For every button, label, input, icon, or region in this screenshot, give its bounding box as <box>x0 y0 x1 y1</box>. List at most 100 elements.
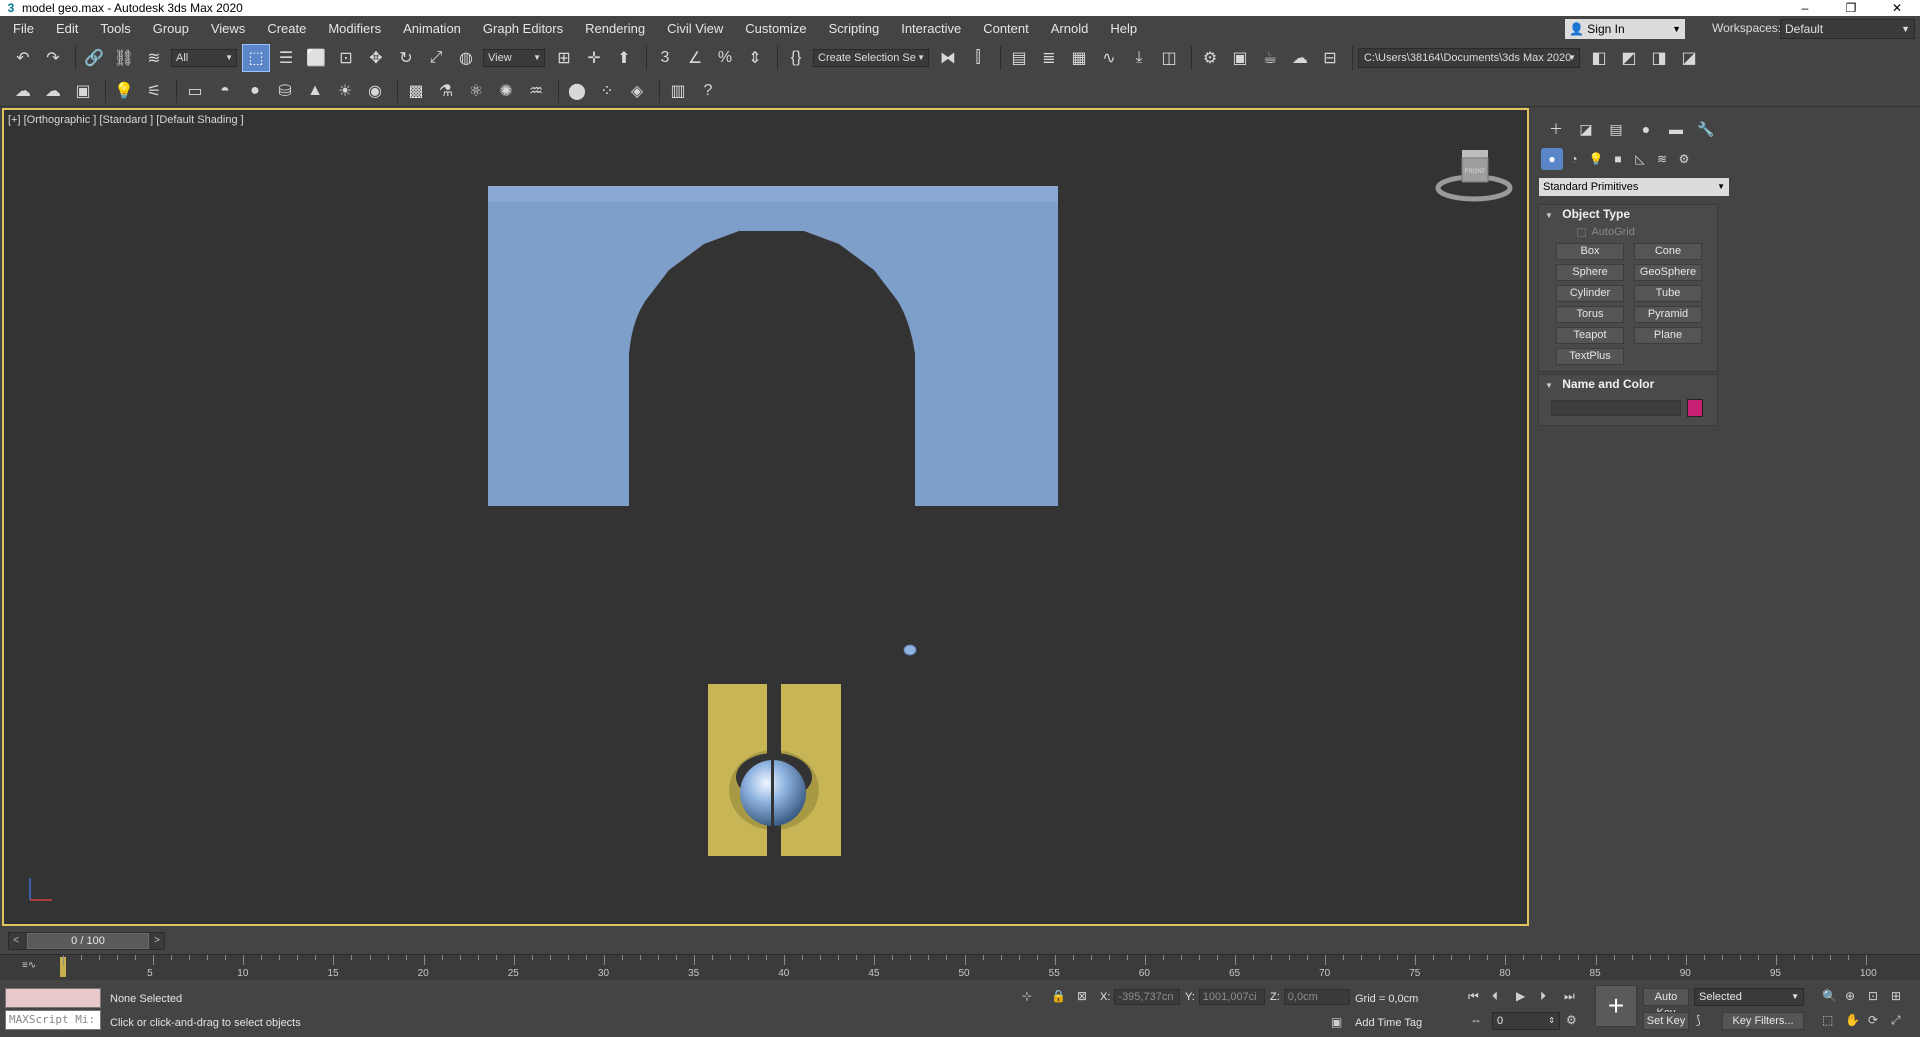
menu-group[interactable]: Group <box>142 16 200 41</box>
maxscript-mini-listener[interactable]: MAXScript Mi: <box>5 1010 101 1030</box>
align-icon[interactable]: ⫿ <box>965 45 991 71</box>
object-name-input[interactable] <box>1551 400 1681 416</box>
snaps-toggle-icon[interactable]: 3 <box>652 45 678 71</box>
toggle-ribbon-icon[interactable]: ▦ <box>1066 45 1092 71</box>
maximize-viewport-icon[interactable]: ⤢ <box>1891 1013 1901 1028</box>
previous-frame-icon[interactable]: ⏴ <box>1492 989 1498 1004</box>
quad-light-icon[interactable]: ▭ <box>182 78 208 104</box>
menu-customize[interactable]: Customize <box>734 16 817 41</box>
set-keys-button[interactable]: + <box>1595 985 1637 1027</box>
spinner-snap-icon[interactable]: ⇕ <box>742 45 768 71</box>
undo-icon[interactable]: ↶ <box>10 45 36 71</box>
key-mode-toggle-icon[interactable]: ⇔ <box>1470 1013 1482 1027</box>
y-coordinate-field[interactable]: 1001,007ci <box>1198 989 1265 1005</box>
material-palette-icon[interactable]: ⁘ <box>594 78 620 104</box>
menu-content[interactable]: Content <box>972 16 1040 41</box>
motion-tab-icon[interactable]: ● <box>1631 118 1661 140</box>
track-bar[interactable]: ≡∿ 5 10 15 20 25 30 35 40 45 50 55 60 65 70 75 80 85 90 95… <box>0 954 1920 980</box>
zoom-all-icon[interactable]: ⊕ <box>1845 989 1855 1003</box>
menu-civil-view[interactable]: Civil View <box>656 16 734 41</box>
window-crossing-icon[interactable]: ⊡ <box>333 45 359 71</box>
time-slider-track[interactable]: < 0 / 100 > <box>8 932 165 950</box>
select-and-move-icon[interactable]: ✥ <box>363 45 389 71</box>
material-editor-icon[interactable]: ◫ <box>1156 45 1182 71</box>
space-warps-icon[interactable]: ≋ <box>1651 148 1673 170</box>
arnold-hair-icon[interactable]: ♒ <box>523 78 549 104</box>
arnold-light-manager-icon[interactable]: ⚟ <box>141 78 167 104</box>
key-mode-dropdown[interactable]: Selected ▼ <box>1694 988 1804 1006</box>
angle-snap-icon[interactable]: ∠ <box>682 45 708 71</box>
disc-light-icon[interactable]: ● <box>242 78 268 104</box>
plane-button[interactable]: Plane <box>1634 327 1702 344</box>
named-selection-dropdown[interactable]: Create Selection Se ▼ <box>813 49 929 67</box>
arnold-volume-icon[interactable]: ▩ <box>403 78 429 104</box>
arnold-render-icon[interactable]: ☁ <box>10 78 36 104</box>
open-project-icon[interactable]: ◧ <box>1586 45 1612 71</box>
menu-graph-editors[interactable]: Graph Editors <box>472 16 574 41</box>
pan-view-icon[interactable]: ✋ <box>1845 1013 1860 1027</box>
viewport-front-orthographic[interactable]: [+] [Orthographic ] [Standard ] [Default… <box>2 108 1529 926</box>
maxscript-listener-output[interactable] <box>5 988 101 1008</box>
pivot-center-icon[interactable]: ⊞ <box>551 45 577 71</box>
material-ball-icon[interactable]: ⬤ <box>564 78 590 104</box>
next-frame-arrow-icon[interactable]: > <box>150 933 164 949</box>
menu-file[interactable]: File <box>0 16 45 41</box>
menu-modifiers[interactable]: Modifiers <box>317 16 392 41</box>
select-and-link-icon[interactable]: 🔗 <box>81 45 107 71</box>
render-production-icon[interactable]: ☕ <box>1257 45 1283 71</box>
zoom-extents-icon[interactable]: ⊡ <box>1868 989 1878 1003</box>
project-folder-dropdown[interactable]: C:\Users\38164\Documents\3ds Max 2020 ▼ <box>1358 48 1580 68</box>
redo-icon[interactable]: ↷ <box>40 45 66 71</box>
mirror-icon[interactable]: ⧓ <box>935 45 961 71</box>
box-button[interactable]: Box <box>1556 243 1624 260</box>
restore-button[interactable]: ❐ <box>1828 0 1874 16</box>
zoom-icon[interactable]: 🔍 <box>1822 989 1837 1003</box>
arnold-help-icon[interactable]: ? <box>695 78 721 104</box>
object-type-header[interactable]: ▼ Object Type <box>1539 205 1717 223</box>
workspace-select[interactable]: Default ▼ <box>1780 19 1915 39</box>
cylinder-light-icon[interactable]: ⛁ <box>272 78 298 104</box>
select-object-icon[interactable]: ⬚ <box>242 44 270 72</box>
time-tag-icon[interactable]: ▣ <box>1331 1015 1342 1029</box>
textplus-button[interactable]: TextPlus <box>1556 348 1624 365</box>
selection-filter-dropdown[interactable]: All ▼ <box>171 49 237 67</box>
add-time-tag[interactable]: Add Time Tag <box>1355 1017 1422 1029</box>
select-by-name-icon[interactable]: ☰ <box>273 45 299 71</box>
autogrid-checkbox[interactable]: AutoGrid <box>1539 223 1717 241</box>
layer-explorer-icon[interactable]: ≣ <box>1036 45 1062 71</box>
field-of-view-icon[interactable]: ⬚ <box>1822 1013 1833 1027</box>
viewcube[interactable]: FRONT <box>1434 144 1514 204</box>
arnold-alembic-icon[interactable]: ⚛ <box>463 78 489 104</box>
hierarchy-tab-icon[interactable]: ▤ <box>1601 118 1631 140</box>
skydome-light-icon[interactable]: ◓ <box>212 78 238 104</box>
render-setup-icon[interactable]: ⚙ <box>1197 45 1223 71</box>
pyramid-button[interactable]: Pyramid <box>1634 306 1702 323</box>
keyboard-shortcut-override-icon[interactable]: ⬆ <box>611 45 637 71</box>
rectangular-selection-region-icon[interactable]: ⬜ <box>303 45 329 71</box>
primitive-category-dropdown[interactable]: Standard Primitives ▼ <box>1539 178 1729 196</box>
menu-edit[interactable]: Edit <box>45 16 89 41</box>
geometry-icon[interactable]: ● <box>1541 148 1563 170</box>
set-key-button[interactable]: Set Key <box>1643 1012 1689 1030</box>
create-project-icon[interactable]: ◩ <box>1616 45 1642 71</box>
sphere-button[interactable]: Sphere <box>1556 264 1624 281</box>
cylinder-button[interactable]: Cylinder <box>1556 285 1624 302</box>
display-tab-icon[interactable]: ▬ <box>1661 118 1691 140</box>
shapes-icon[interactable]: ◔ <box>1563 148 1585 170</box>
close-button[interactable]: ✕ <box>1874 0 1920 16</box>
render-in-cloud-icon[interactable]: ☁ <box>1287 45 1313 71</box>
set-project-folder-icon[interactable]: ◨ <box>1646 45 1672 71</box>
play-icon[interactable]: ▶ <box>1516 989 1525 1003</box>
name-and-color-header[interactable]: ▼ Name and Color <box>1539 375 1717 393</box>
select-manipulate-icon[interactable]: ✛ <box>581 45 607 71</box>
absolute-mode-transform-icon[interactable]: ⊠ <box>1077 989 1087 1003</box>
time-slider-thumb[interactable]: 0 / 100 <box>27 933 149 949</box>
teapot-button[interactable]: Teapot <box>1556 327 1624 344</box>
scene-explorer-icon[interactable]: ▤ <box>1006 45 1032 71</box>
open-mini-curve-editor-icon[interactable]: ≡∿ <box>22 960 36 971</box>
minimize-button[interactable]: – <box>1782 0 1828 16</box>
previous-frame-arrow-icon[interactable]: < <box>9 933 23 949</box>
project-settings-icon[interactable]: ◪ <box>1676 45 1702 71</box>
current-frame-field[interactable]: 0 ⇕ <box>1492 1012 1560 1030</box>
create-tab-icon[interactable]: ＋ <box>1541 118 1571 140</box>
